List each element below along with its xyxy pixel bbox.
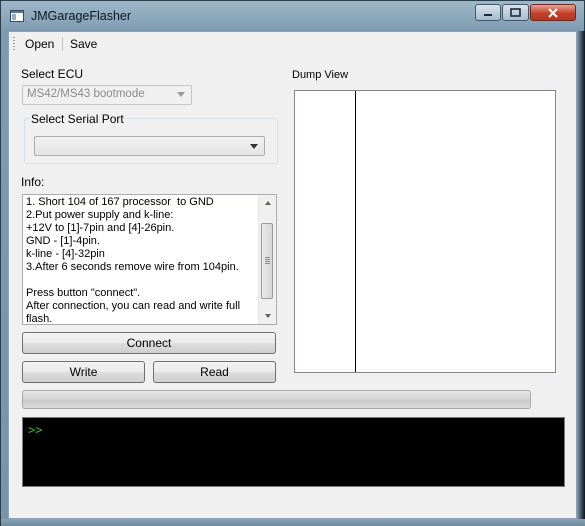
menu-separator (62, 37, 63, 51)
menu-grip (13, 37, 15, 51)
dump-view-label: Dump View (292, 69, 349, 81)
grip-icon (265, 257, 270, 264)
scroll-thumb[interactable] (261, 223, 273, 299)
maximize-icon (510, 8, 521, 17)
dump-view[interactable] (294, 90, 556, 373)
client-area: Open Save Select ECU MS42/MS43 bootmode … (8, 31, 577, 519)
progress-bar (22, 390, 531, 409)
window-title: JMGarageFlasher (31, 9, 132, 23)
arrow-down-icon (264, 314, 271, 318)
info-textbox[interactable]: 1. Short 104 of 167 processor to GND 2.P… (22, 194, 277, 325)
console-output[interactable]: >> (22, 417, 565, 487)
app-icon (10, 10, 24, 22)
serial-port-label: Select Serial Port (29, 112, 126, 126)
read-button[interactable]: Read (153, 361, 276, 383)
main-window: JMGarageFlasher Open Save Select ECU MS4… (0, 0, 585, 526)
scroll-up-button[interactable] (259, 195, 276, 211)
arrow-up-icon (264, 201, 271, 205)
close-icon (548, 7, 558, 18)
chevron-down-icon (177, 92, 185, 97)
ecu-select[interactable]: MS42/MS43 bootmode (22, 85, 192, 105)
serial-port-select[interactable] (34, 136, 265, 156)
menu-bar: Open Save (9, 32, 576, 56)
write-button[interactable]: Write (22, 361, 145, 383)
minimize-button[interactable] (475, 4, 501, 21)
ecu-select-value: MS42/MS43 bootmode (27, 88, 145, 100)
info-scrollbar[interactable] (258, 195, 276, 324)
minimize-icon (484, 13, 492, 16)
info-label: Info: (21, 175, 45, 189)
window-frame-right (577, 31, 585, 525)
title-bar[interactable]: JMGarageFlasher (1, 1, 584, 31)
close-button[interactable] (530, 4, 576, 21)
menu-save[interactable]: Save (66, 36, 101, 52)
connect-button[interactable]: Connect (22, 332, 276, 354)
chevron-down-icon (250, 144, 258, 149)
info-text: 1. Short 104 of 167 processor to GND 2.P… (26, 196, 241, 325)
console-prompt: >> (28, 423, 43, 437)
menu-open[interactable]: Open (21, 36, 58, 52)
maximize-button[interactable] (502, 4, 529, 21)
scroll-down-button[interactable] (259, 308, 276, 324)
dump-column-divider (355, 91, 356, 372)
ecu-label: Select ECU (21, 67, 84, 81)
